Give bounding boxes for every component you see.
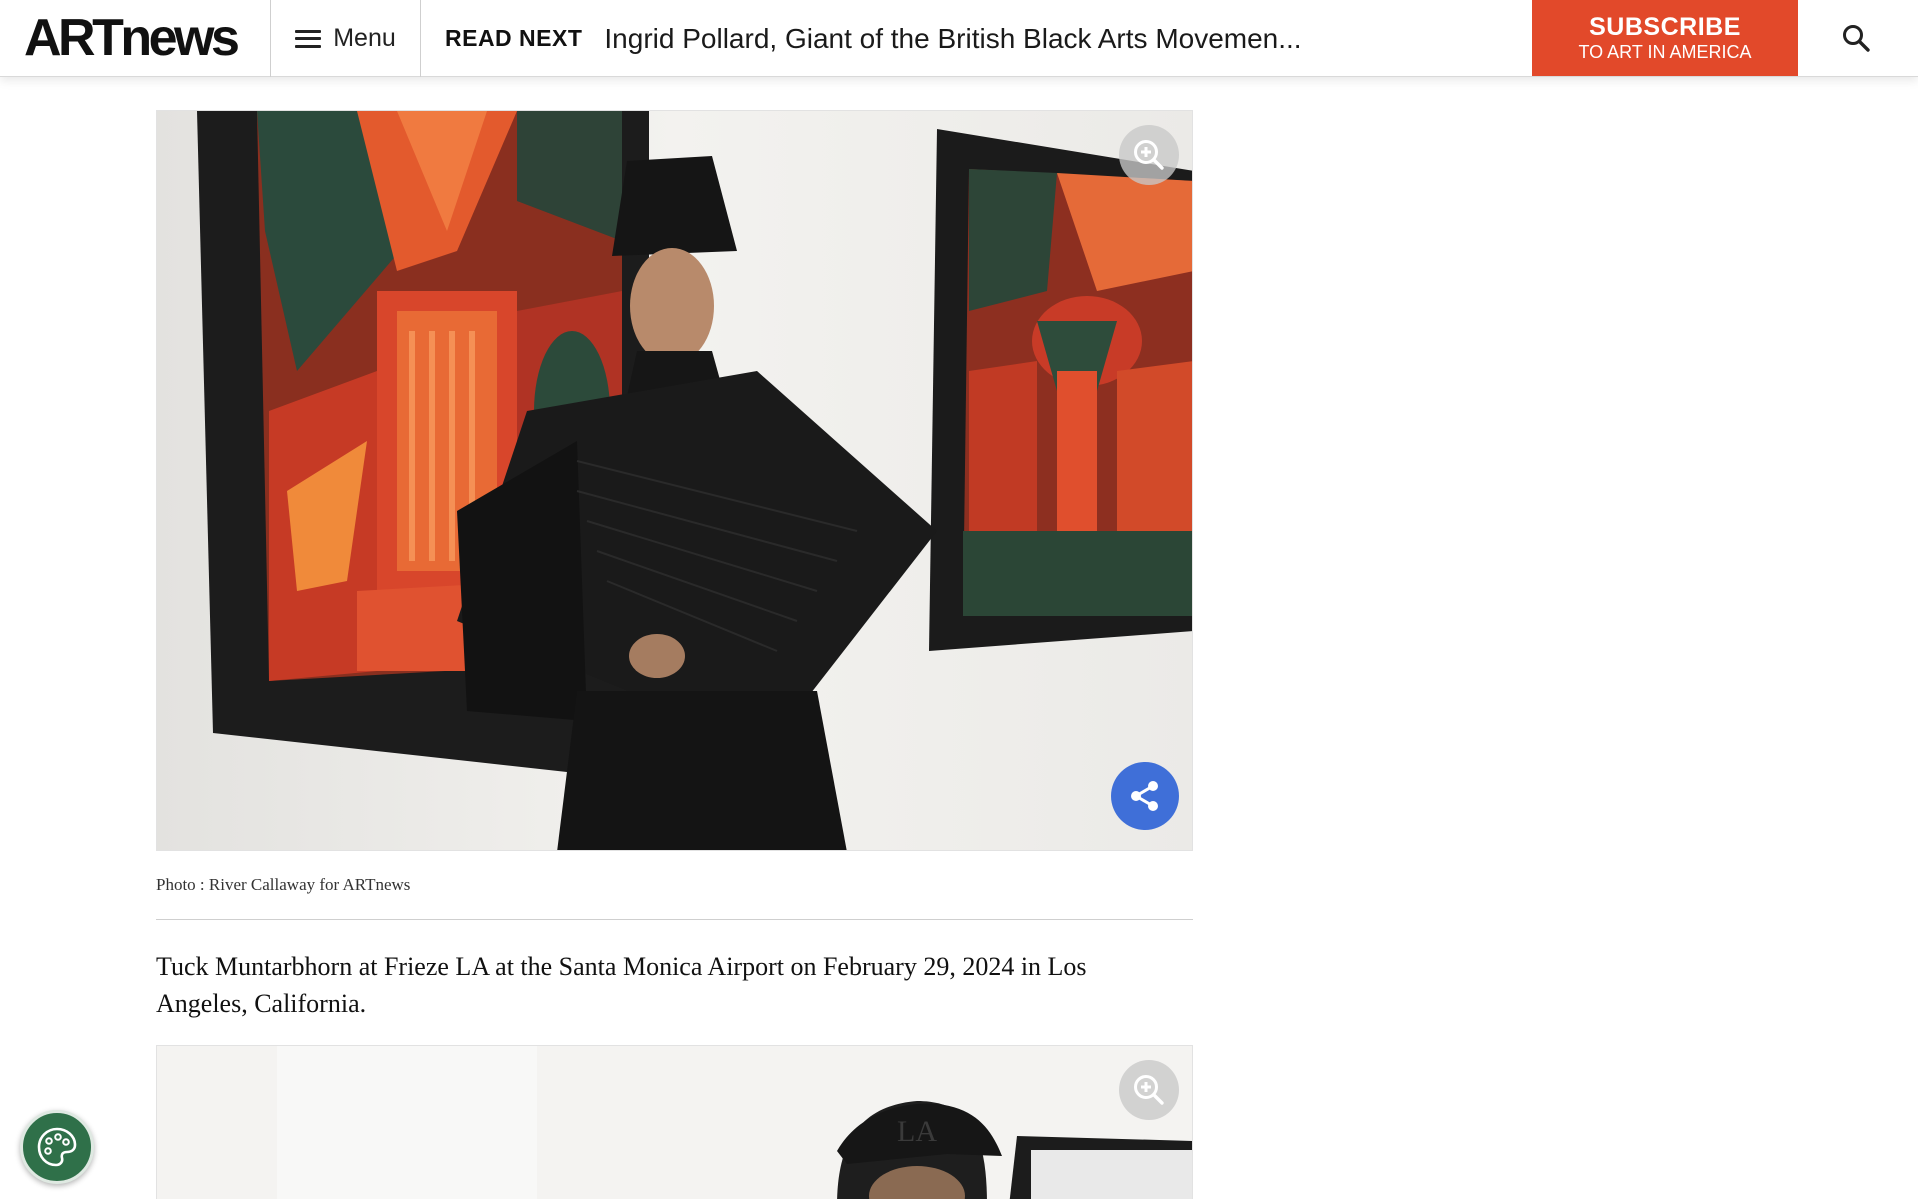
subscribe-title: SUBSCRIBE: [1589, 13, 1741, 41]
read-next-headline-link[interactable]: Ingrid Pollard, Giant of the British Bla…: [604, 23, 1301, 55]
zoom-button[interactable]: [1119, 125, 1179, 185]
search-icon: [1843, 25, 1870, 52]
caption-divider: [156, 919, 1193, 920]
menu-button[interactable]: Menu: [271, 0, 420, 77]
read-next-tag: READ NEXT: [445, 25, 583, 51]
article-photo[interactable]: LA: [156, 1045, 1193, 1199]
article-photo[interactable]: [156, 110, 1193, 851]
artnews-logo[interactable]: ARTnews: [24, 9, 240, 67]
zoom-in-icon: [1134, 140, 1164, 170]
read-next: READ NEXT Ingrid Pollard, Giant of the B…: [445, 0, 1302, 77]
photo-caption: Tuck Muntarbhorn at Frieze LA at the San…: [156, 952, 1087, 1018]
subscribe-button[interactable]: SUBSCRIBE TO ART IN AMERICA: [1532, 0, 1798, 76]
gallery-photo-image: LA: [157, 1046, 1192, 1199]
cookie-settings-button[interactable]: [20, 1110, 94, 1184]
cookie-palette-icon: [37, 1127, 77, 1167]
share-icon: [1131, 781, 1158, 811]
site-header: ARTnews Menu READ NEXT Ingrid Pollard, G…: [0, 0, 1918, 77]
share-button[interactable]: [1111, 762, 1179, 830]
menu-label: Menu: [333, 24, 396, 52]
hamburger-icon: [295, 29, 322, 48]
photo-credit: Photo : River Callaway for ARTnews: [156, 875, 411, 894]
subscribe-subtitle: TO ART IN AMERICA: [1578, 42, 1752, 62]
search-button[interactable]: [1840, 22, 1874, 56]
zoom-in-icon: [1134, 1075, 1164, 1105]
header-divider: [420, 0, 421, 77]
zoom-button[interactable]: [1119, 1060, 1179, 1120]
artwork-photo-image: [157, 111, 1192, 850]
svg-text:LA: LA: [897, 1115, 937, 1148]
